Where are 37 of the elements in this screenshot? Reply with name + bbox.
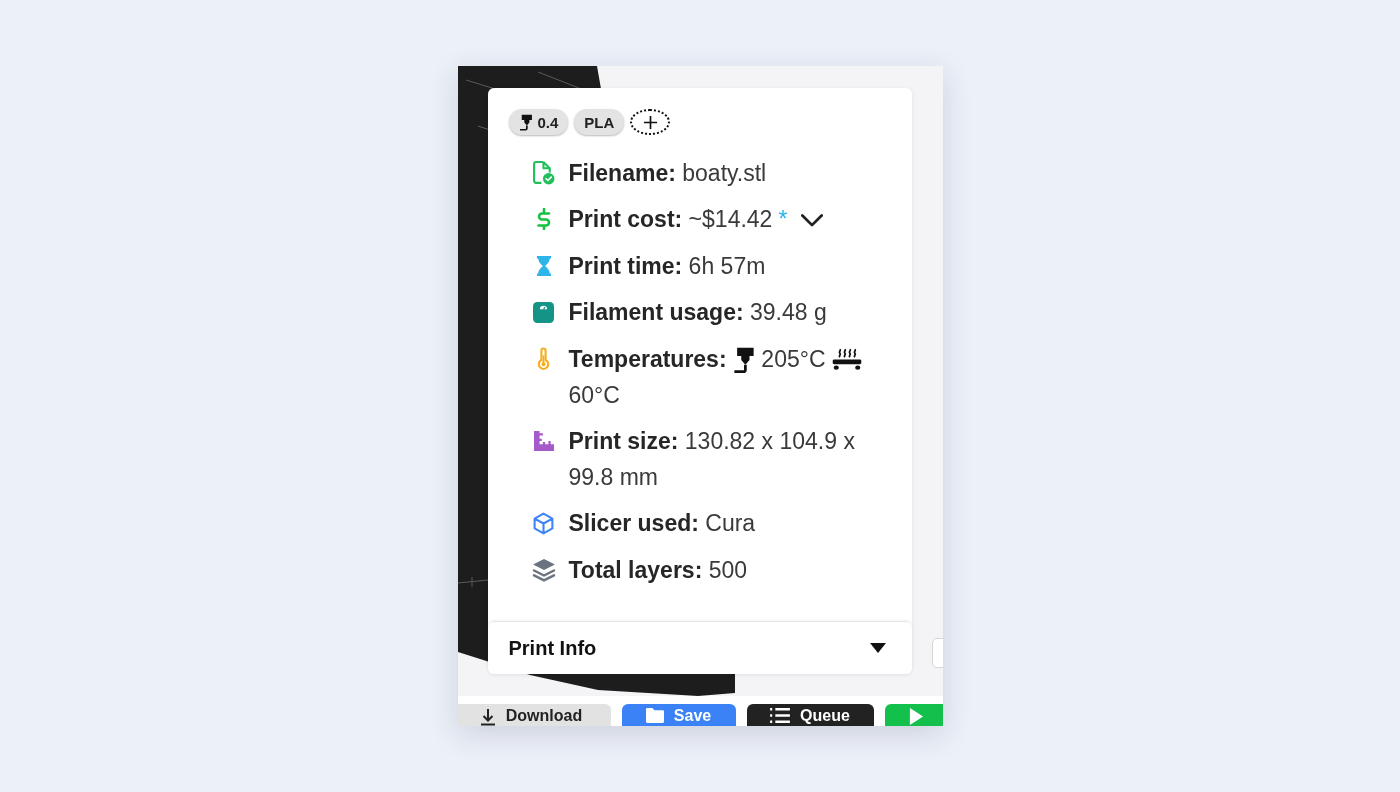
file-check-icon [532,161,555,185]
footnote-marker: * [778,206,788,233]
filename-text: Filename: boaty.stl [568,160,767,186]
print-cost-text: Print cost: ~$14.42 [568,206,773,233]
print-size-text: Print size: 130.82 x 104.9 x 99.8 mm [568,427,855,490]
nozzle-size-chip[interactable]: 0.4 [508,109,569,135]
bed-temperature-text: 60°C [568,381,620,408]
folder-icon [645,708,664,723]
caret-down-icon [869,643,886,653]
thermometer-icon [537,346,550,371]
list-icon [770,708,791,723]
ruler-icon [533,430,554,451]
hourglass-icon [535,254,552,277]
chevron-down-icon [801,214,824,229]
slicer-text: Slicer used: Cura [568,510,756,537]
nozzle-icon [732,345,755,374]
cube-icon [533,511,554,535]
play-icon [908,708,924,725]
layer-count-text: Total layers: 500 [568,556,748,583]
print-time-text: Print time: 6h 57m [568,252,766,279]
dollar-icon [536,208,551,231]
plus-icon [642,114,658,130]
queue-button[interactable]: Queue [746,704,874,726]
filament-usage-text: Filament usage: 39.48 g [568,299,827,326]
download-icon [479,708,496,726]
add-chip-button[interactable] [630,109,671,135]
save-button[interactable]: Save [621,704,736,726]
scale-icon [533,301,554,323]
download-button[interactable]: Download [457,704,611,726]
temperatures-label: Temperatures: [568,345,727,372]
layers-icon [531,557,556,582]
heated-bed-icon [831,347,862,370]
expand-button[interactable] [801,214,824,229]
print-info-toggle[interactable]: Print Info [487,621,912,674]
nozzle-icon [518,113,533,131]
nozzle-temperature-text: 205°C [761,345,826,372]
material-chip[interactable]: PLA [574,109,625,135]
